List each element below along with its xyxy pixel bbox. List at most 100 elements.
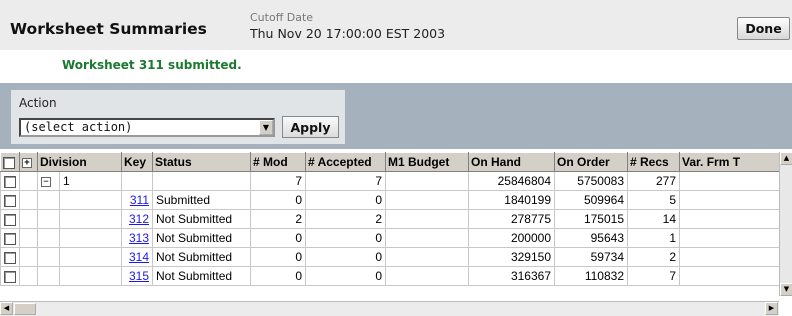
status-cell: Not Submitted <box>152 266 251 286</box>
dropdown-arrow-icon[interactable]: ▼ <box>259 120 273 135</box>
arrow-right-icon[interactable]: ▶ <box>765 302 778 315</box>
variance-cell <box>679 247 781 267</box>
status-cell: Not Submitted <box>152 247 251 267</box>
table-row[interactable]: 315 Not Submitted 0 0 316367 110832 7 <box>0 266 781 286</box>
column-header-accepted[interactable]: # Accepted <box>305 152 386 172</box>
row-spacer <box>19 171 38 191</box>
horizontal-scrollbar[interactable]: ◀ ▶ <box>0 301 779 316</box>
recs-cell: 7 <box>627 266 680 286</box>
table-header-row: + Division Key Status # Mod # Accepted M… <box>0 152 781 172</box>
row-checkbox[interactable] <box>0 247 20 267</box>
status-cell: Not Submitted <box>152 209 251 229</box>
column-header-m1-budget[interactable]: M1 Budget <box>385 152 469 172</box>
division-cell <box>59 228 122 248</box>
row-checkbox[interactable] <box>0 228 20 248</box>
recs-cell: 5 <box>627 190 680 210</box>
row-spacer <box>19 228 38 248</box>
accepted-cell: 0 <box>305 247 386 267</box>
mod-cell: 0 <box>250 266 306 286</box>
division-cell: 1 <box>59 171 122 191</box>
vertical-scrollbar[interactable]: ▲ ▼ <box>779 152 792 296</box>
mod-cell: 7 <box>250 171 306 191</box>
row-checkbox[interactable] <box>0 209 20 229</box>
arrow-down-icon[interactable]: ▼ <box>780 283 792 296</box>
budget-cell <box>385 266 469 286</box>
mod-cell: 0 <box>250 228 306 248</box>
column-header-on-order[interactable]: On Order <box>554 152 628 172</box>
column-header-status[interactable]: Status <box>152 152 251 172</box>
worksheet-key-link[interactable]: 312 <box>129 212 149 226</box>
select-all-checkbox[interactable] <box>0 152 20 172</box>
row-spacer <box>19 266 38 286</box>
minus-box-icon[interactable]: − <box>41 176 51 187</box>
table-row[interactable]: 311 Submitted 0 0 1840199 509964 5 <box>0 190 781 210</box>
worksheet-key-link[interactable]: 314 <box>129 250 149 264</box>
on-hand-cell: 316367 <box>468 266 555 286</box>
accepted-cell: 2 <box>305 209 386 229</box>
action-label: Action <box>19 96 57 110</box>
worksheet-key-link[interactable]: 315 <box>129 269 149 283</box>
expand-all-toggle[interactable]: + <box>19 152 38 172</box>
row-spacer <box>19 209 38 229</box>
row-checkbox[interactable] <box>0 190 20 210</box>
on-order-cell: 175015 <box>554 209 628 229</box>
on-hand-cell: 1840199 <box>468 190 555 210</box>
on-hand-cell: 278775 <box>468 209 555 229</box>
done-button[interactable]: Done <box>737 17 790 40</box>
row-spacer <box>37 247 60 267</box>
row-checkbox[interactable] <box>0 266 20 286</box>
on-hand-cell: 25846804 <box>468 171 555 191</box>
arrow-left-icon[interactable]: ◀ <box>0 302 13 315</box>
variance-cell <box>679 266 781 286</box>
row-spacer <box>37 209 60 229</box>
table-row[interactable]: 313 Not Submitted 0 0 200000 95643 1 <box>0 228 781 248</box>
status-cell: Not Submitted <box>152 228 251 248</box>
on-order-cell: 5750083 <box>554 171 628 191</box>
division-cell <box>59 266 122 286</box>
accepted-cell: 0 <box>305 266 386 286</box>
worksheet-key-link[interactable]: 313 <box>129 231 149 245</box>
on-hand-cell: 329150 <box>468 247 555 267</box>
budget-cell <box>385 228 469 248</box>
row-spacer <box>19 247 38 267</box>
status-message: Worksheet 311 submitted. <box>62 58 242 72</box>
collapse-toggle[interactable]: − <box>37 171 60 191</box>
on-order-cell: 59734 <box>554 247 628 267</box>
variance-cell <box>679 171 781 191</box>
key-cell <box>121 171 153 191</box>
on-order-cell: 110832 <box>554 266 628 286</box>
column-header-mod[interactable]: # Mod <box>250 152 306 172</box>
mod-cell: 0 <box>250 247 306 267</box>
column-header-recs[interactable]: # Recs <box>627 152 680 172</box>
arrow-up-icon[interactable]: ▲ <box>780 152 792 165</box>
mod-cell: 2 <box>250 209 306 229</box>
variance-cell <box>679 209 781 229</box>
plus-box-icon[interactable]: + <box>22 157 32 168</box>
recs-cell: 2 <box>627 247 680 267</box>
horizontal-scroll-thumb[interactable] <box>14 303 36 315</box>
accepted-cell: 0 <box>305 228 386 248</box>
row-checkbox[interactable] <box>0 171 20 191</box>
action-select[interactable]: (select action) <box>19 118 275 137</box>
accepted-cell: 0 <box>305 190 386 210</box>
column-header-variance[interactable]: Var. Frm T <box>679 152 781 172</box>
budget-cell <box>385 171 469 191</box>
division-cell <box>59 190 122 210</box>
column-header-on-hand[interactable]: On Hand <box>468 152 555 172</box>
column-header-division[interactable]: Division <box>40 155 87 169</box>
tree-header: Division <box>37 152 122 172</box>
on-order-cell: 95643 <box>554 228 628 248</box>
accepted-cell: 7 <box>305 171 386 191</box>
table-row-group[interactable]: − 1 7 7 25846804 5750083 277 <box>0 171 781 191</box>
table-row[interactable]: 312 Not Submitted 2 2 278775 175015 14 <box>0 209 781 229</box>
division-cell <box>59 247 122 267</box>
column-header-key[interactable]: Key <box>121 152 153 172</box>
on-order-cell: 509964 <box>554 190 628 210</box>
key-cell: 313 <box>121 228 153 248</box>
worksheet-key-link[interactable]: 311 <box>130 193 149 207</box>
row-spacer <box>37 228 60 248</box>
row-spacer <box>19 190 38 210</box>
apply-button[interactable]: Apply <box>282 116 339 138</box>
table-row[interactable]: 314 Not Submitted 0 0 329150 59734 2 <box>0 247 781 267</box>
recs-cell: 277 <box>627 171 680 191</box>
